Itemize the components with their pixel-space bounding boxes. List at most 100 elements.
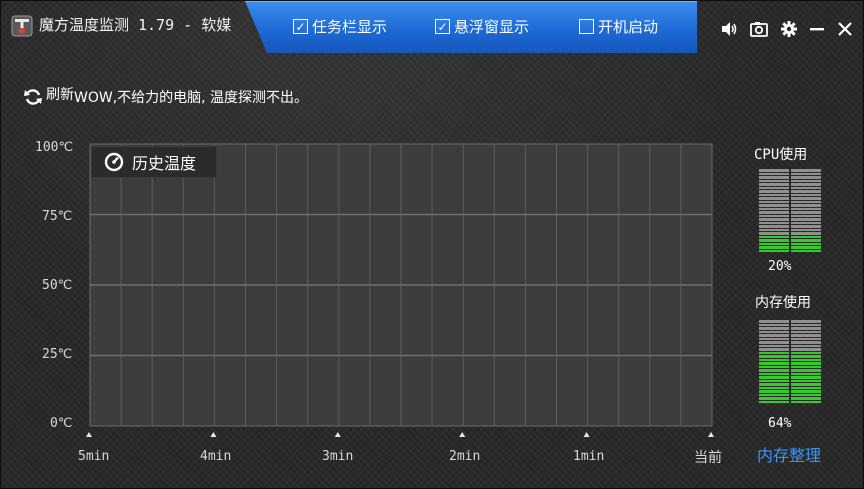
chart-title: 历史温度: [132, 154, 197, 173]
memory-clean-link[interactable]: 内存整理: [757, 442, 821, 466]
cpu-meter-segment: [759, 207, 789, 210]
x-tick-label: 1min: [573, 449, 605, 464]
memory-meter-segment: [791, 362, 821, 365]
cpu-meter-segment: [759, 242, 789, 245]
cpu-meter-segment: [791, 169, 821, 172]
cpu-meter-segment: [759, 169, 789, 172]
cpu-meter-segment: [791, 232, 821, 235]
memory-meter-segment: [759, 327, 789, 330]
cpu-meter-segment: [759, 211, 789, 214]
memory-meter-segment: [759, 334, 789, 337]
memory-meter-segment: [759, 330, 789, 333]
cpu-meter-segment: [791, 228, 821, 231]
memory-meter-segment: [759, 376, 789, 379]
memory-meter-segment: [791, 327, 821, 330]
memory-meter-segment: [791, 393, 821, 396]
memory-meter-segment: [759, 341, 789, 344]
memory-meter-segment: [759, 386, 789, 389]
y-tick-label: 25℃: [42, 347, 73, 362]
cpu-meter-column: [759, 169, 789, 252]
memory-meter-segment: [791, 323, 821, 326]
memory-meter-segment: [791, 355, 821, 358]
memory-meter-segment: [791, 379, 821, 382]
cpu-meter-segment: [791, 239, 821, 242]
memory-meter-column: [759, 320, 789, 403]
cpu-meter-segment: [759, 200, 789, 203]
cpu-meter-segment: [759, 221, 789, 224]
memory-meter-segment: [791, 369, 821, 372]
cpu-meter-segment: [791, 214, 821, 217]
x-tick-marker: [583, 432, 590, 437]
cpu-meter-column: [791, 169, 821, 252]
memory-meter-segment: [791, 372, 821, 375]
memory-meter-segment: [791, 376, 821, 379]
memory-meter-segment: [759, 348, 789, 351]
x-tick-marker: [86, 432, 92, 437]
cpu-meter-segment: [791, 186, 821, 189]
cpu-meter-segment: [791, 211, 821, 214]
gauge-icon: [104, 152, 124, 172]
cpu-usage-percent: 20%: [768, 259, 792, 274]
cpu-usage-meter: [759, 169, 821, 252]
cpu-meter-segment: [791, 172, 821, 175]
cpu-meter-segment: [759, 183, 789, 186]
history-temperature-chart: [86, 143, 714, 437]
memory-meter-segment: [759, 400, 789, 403]
app-window: 魔方温度监测 1.79 - 软媒 ✓ 任务栏显示 ✓ 悬浮窗显示 开机启动 刷新…: [0, 0, 864, 489]
cpu-meter-segment: [791, 176, 821, 179]
memory-meter-segment: [791, 400, 821, 403]
cpu-meter-segment: [759, 179, 789, 182]
cpu-usage-title: CPU使用: [754, 147, 808, 163]
cpu-meter-segment: [759, 172, 789, 175]
cpu-meter-segment: [791, 218, 821, 221]
x-tick-label: 4min: [200, 449, 232, 464]
memory-meter-segment: [791, 358, 821, 361]
cpu-meter-segment: [759, 218, 789, 221]
memory-meter-segment: [759, 358, 789, 361]
cpu-meter-segment: [791, 235, 821, 238]
cpu-meter-segment: [791, 200, 821, 203]
memory-meter-segment: [759, 383, 789, 386]
memory-meter-segment: [759, 362, 789, 365]
memory-meter-column: [791, 320, 821, 403]
cpu-meter-segment: [791, 225, 821, 228]
cpu-meter-segment: [759, 239, 789, 242]
memory-meter-segment: [791, 320, 821, 323]
y-tick-label: 75℃: [42, 209, 73, 224]
cpu-meter-segment: [791, 183, 821, 186]
memory-meter-segment: [791, 341, 821, 344]
cpu-meter-segment: [791, 221, 821, 224]
memory-meter-segment: [791, 397, 821, 400]
cpu-meter-segment: [759, 176, 789, 179]
memory-meter-segment: [791, 386, 821, 389]
cpu-meter-segment: [759, 186, 789, 189]
memory-meter-segment: [791, 383, 821, 386]
memory-meter-segment: [791, 334, 821, 337]
memory-meter-segment: [791, 351, 821, 354]
cpu-meter-segment: [759, 193, 789, 196]
cpu-meter-segment: [759, 204, 789, 207]
memory-meter-segment: [759, 393, 789, 396]
cpu-meter-segment: [759, 228, 789, 231]
memory-meter-segment: [791, 344, 821, 347]
x-tick-label: 3min: [322, 449, 354, 464]
memory-meter-segment: [759, 397, 789, 400]
memory-meter-segment: [759, 320, 789, 323]
cpu-meter-segment: [791, 197, 821, 200]
cpu-meter-segment: [759, 197, 789, 200]
cpu-meter-segment: [759, 249, 789, 252]
cpu-meter-segment: [759, 214, 789, 217]
cpu-meter-segment: [759, 246, 789, 249]
memory-meter-segment: [759, 369, 789, 372]
memory-usage-percent: 64%: [768, 416, 792, 431]
memory-meter-segment: [759, 351, 789, 354]
memory-meter-segment: [759, 337, 789, 340]
cpu-meter-segment: [791, 204, 821, 207]
x-tick-label: 2min: [449, 449, 481, 464]
cpu-meter-segment: [759, 190, 789, 193]
memory-meter-segment: [791, 348, 821, 351]
memory-usage-title: 内存使用: [755, 295, 811, 311]
cpu-meter-segment: [791, 179, 821, 182]
memory-meter-segment: [759, 365, 789, 368]
memory-meter-segment: [759, 355, 789, 358]
